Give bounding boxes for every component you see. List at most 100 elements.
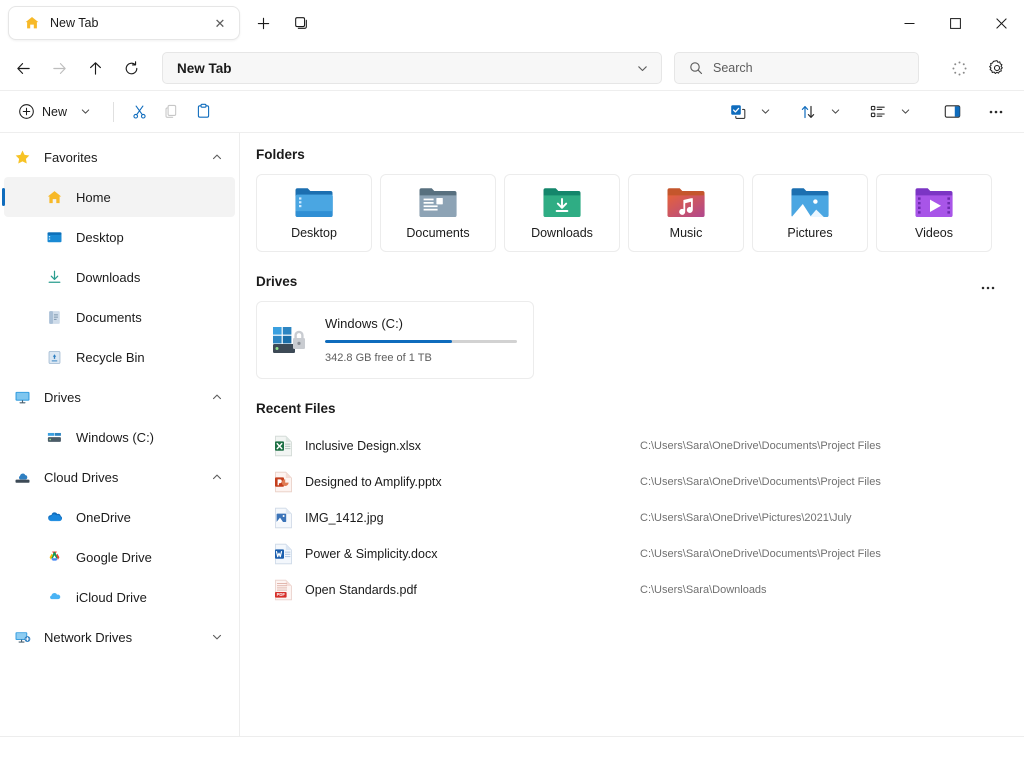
gear-icon[interactable]	[980, 52, 1014, 84]
home-icon	[23, 15, 40, 32]
sort-icon[interactable]	[792, 97, 824, 127]
refresh-icon[interactable]	[114, 52, 148, 84]
desktop-folder-icon	[294, 186, 334, 219]
browser-tab-new-tab[interactable]: New Tab ✕	[8, 6, 240, 40]
new-tab-button[interactable]	[248, 8, 278, 38]
drive-meta: Windows (C:) 342.8 GB free of 1 TB	[325, 316, 517, 364]
sidebar-item-windows-c[interactable]: Windows (C:)	[4, 417, 235, 457]
recent-file-name: Power & Simplicity.docx	[305, 547, 437, 561]
navbar-right-actions	[942, 52, 1014, 84]
sidebar-group-cloud-drives[interactable]: Cloud Drives	[0, 457, 239, 497]
recent-files-section-header: Recent Files	[256, 401, 1002, 428]
recent-file-path: C:\Users\Sara\OneDrive\Documents\Project…	[640, 476, 1002, 488]
chevron-down-icon[interactable]	[74, 97, 96, 127]
more-options-icon[interactable]	[980, 97, 1012, 127]
drive-card-windows-c[interactable]: Windows (C:) 342.8 GB free of 1 TB	[256, 301, 534, 379]
new-button-label: New	[42, 105, 67, 119]
sidebar-item-label: Recycle Bin	[76, 350, 145, 365]
recent-files-title: Recent Files	[256, 401, 336, 416]
recent-file-row[interactable]: Inclusive Design.xlsx C:\Users\Sara\OneD…	[256, 428, 1002, 464]
back-arrow-icon[interactable]	[6, 52, 40, 84]
up-arrow-icon[interactable]	[78, 52, 112, 84]
sidebar-group-label: Drives	[44, 390, 196, 405]
sidebar-item-desktop[interactable]: Desktop	[4, 217, 235, 257]
sidebar-group-drives[interactable]: Drives	[0, 377, 239, 417]
recent-file-path: C:\Users\Sara\OneDrive\Pictures\2021\Jul…	[640, 512, 1002, 524]
details-pane-icon[interactable]	[936, 97, 968, 127]
sidebar-group-label: Network Drives	[44, 630, 196, 645]
sidebar-item-label: OneDrive	[76, 510, 131, 525]
chevron-down-icon[interactable]	[824, 97, 846, 127]
folder-card-videos[interactable]: Videos	[876, 174, 992, 252]
desktop-folder-icon	[46, 229, 63, 246]
folder-card-desktop[interactable]: Desktop	[256, 174, 372, 252]
network-icon	[14, 629, 31, 646]
chevron-down-icon[interactable]	[754, 97, 776, 127]
downloads-icon	[46, 269, 63, 286]
sidebar-group-label: Favorites	[44, 150, 196, 165]
chevron-down-icon[interactable]	[629, 55, 655, 81]
close-window-button[interactable]	[978, 0, 1024, 46]
folder-card-music[interactable]: Music	[628, 174, 744, 252]
drive-usage-bar	[325, 340, 517, 343]
recent-file-row[interactable]: PDF Open Standards.pdf C:\Users\Sara\Dow…	[256, 572, 1002, 608]
folder-card-pictures[interactable]: Pictures	[752, 174, 868, 252]
address-bar[interactable]: New Tab	[162, 52, 662, 84]
cut-icon[interactable]	[123, 97, 155, 127]
recent-file-row[interactable]: Power & Simplicity.docx C:\Users\Sara\On…	[256, 536, 1002, 572]
drives-more-options-icon[interactable]	[974, 277, 1002, 299]
forward-arrow-icon[interactable]	[42, 52, 76, 84]
folder-card-documents[interactable]: Documents	[380, 174, 496, 252]
chevron-up-icon[interactable]	[209, 469, 225, 485]
status-bar	[0, 736, 1024, 768]
chevron-up-icon[interactable]	[209, 389, 225, 405]
icloud-icon	[46, 589, 63, 606]
svg-text:PDF: PDF	[277, 592, 286, 597]
downloads-folder-icon	[542, 186, 582, 219]
home-content-area: Folders Desktop	[240, 133, 1024, 736]
sidebar-item-documents[interactable]: Documents	[4, 297, 235, 337]
sidebar-item-onedrive[interactable]: OneDrive	[4, 497, 235, 537]
sidebar-item-label: Home	[76, 190, 111, 205]
select-all-group	[722, 97, 776, 127]
file-explorer-window: New Tab ✕	[0, 0, 1024, 768]
sidebar-item-downloads[interactable]: Downloads	[4, 257, 235, 297]
sidebar-group-favorites[interactable]: Favorites	[0, 137, 239, 177]
new-button[interactable]: New	[14, 97, 104, 127]
documents-folder-icon	[418, 186, 458, 219]
onedrive-icon	[46, 509, 63, 526]
select-all-icon[interactable]	[722, 97, 754, 127]
view-icon[interactable]	[862, 97, 894, 127]
sidebar-item-recycle-bin[interactable]: Recycle Bin	[4, 337, 235, 377]
search-input[interactable]: Search	[674, 52, 919, 84]
copy-icon[interactable]	[155, 97, 187, 127]
folder-card-label: Documents	[406, 226, 469, 240]
sidebar-item-label: Google Drive	[76, 550, 152, 565]
chevron-down-icon[interactable]	[894, 97, 916, 127]
close-tab-icon[interactable]: ✕	[209, 12, 231, 34]
sidebar-item-label: Downloads	[76, 270, 140, 285]
folder-card-label: Pictures	[787, 226, 832, 240]
sidebar-item-google-drive[interactable]: Google Drive	[4, 537, 235, 577]
minimize-button[interactable]	[886, 0, 932, 46]
sidebar-item-label: Windows (C:)	[76, 430, 154, 445]
recent-file-row[interactable]: Designed to Amplify.pptx C:\Users\Sara\O…	[256, 464, 1002, 500]
chevron-up-icon[interactable]	[209, 149, 225, 165]
sidebar-item-icloud-drive[interactable]: iCloud Drive	[4, 577, 235, 617]
powerpoint-icon	[274, 471, 293, 493]
folder-card-downloads[interactable]: Downloads	[504, 174, 620, 252]
maximize-button[interactable]	[932, 0, 978, 46]
plus-circle-icon	[18, 103, 35, 120]
sidebar-item-label: iCloud Drive	[76, 590, 147, 605]
sync-pending-icon[interactable]	[942, 52, 976, 84]
pictures-folder-icon	[790, 186, 830, 219]
window-controls	[886, 0, 1024, 46]
tab-list-button[interactable]	[286, 8, 316, 38]
recent-file-row[interactable]: IMG_1412.jpg C:\Users\Sara\OneDrive\Pict…	[256, 500, 1002, 536]
chevron-down-icon[interactable]	[209, 629, 225, 645]
sidebar-item-home[interactable]: Home	[4, 177, 235, 217]
sidebar-item-label: Documents	[76, 310, 142, 325]
sidebar-group-network-drives[interactable]: Network Drives	[0, 617, 239, 657]
windows-drive-icon	[271, 322, 311, 358]
paste-icon[interactable]	[187, 97, 219, 127]
